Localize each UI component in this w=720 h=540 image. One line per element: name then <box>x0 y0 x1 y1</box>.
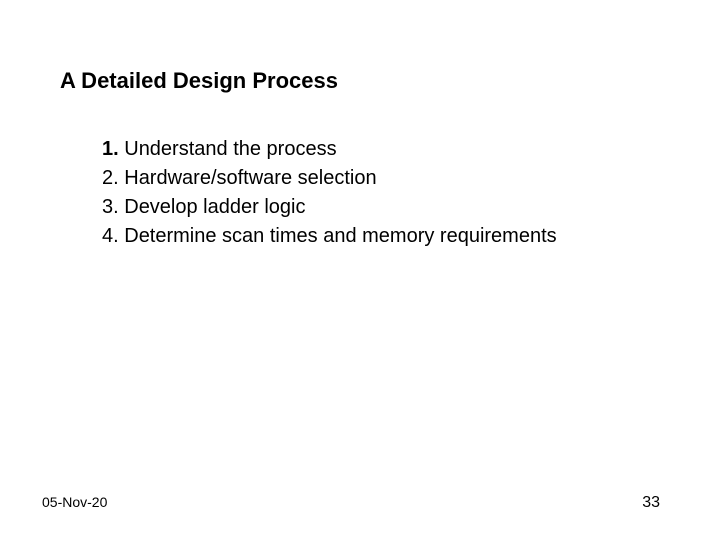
numbered-list: 1. Understand the process 2. Hardware/so… <box>102 136 660 250</box>
list-text: Understand the process <box>119 138 337 160</box>
list-number: 1. <box>102 138 119 160</box>
slide-container: A Detailed Design Process 1. Understand … <box>0 0 720 540</box>
list-item: 1. Understand the process <box>102 136 660 163</box>
list-number: 3. <box>102 196 119 218</box>
list-item: 3. Develop ladder logic <box>102 194 660 221</box>
list-text: Develop ladder logic <box>119 196 306 218</box>
list-text: Hardware/software selection <box>119 167 377 189</box>
list-item: 4. Determine scan times and memory requi… <box>102 223 660 250</box>
footer-date: 05-Nov-20 <box>42 494 107 510</box>
list-number: 2. <box>102 167 119 189</box>
list-item: 2. Hardware/software selection <box>102 165 660 192</box>
slide-title: A Detailed Design Process <box>60 68 660 94</box>
list-text: Determine scan times and memory requirem… <box>119 225 557 247</box>
slide-footer: 05-Nov-20 33 <box>42 494 660 512</box>
footer-page-number: 33 <box>642 494 660 512</box>
list-number: 4. <box>102 225 119 247</box>
